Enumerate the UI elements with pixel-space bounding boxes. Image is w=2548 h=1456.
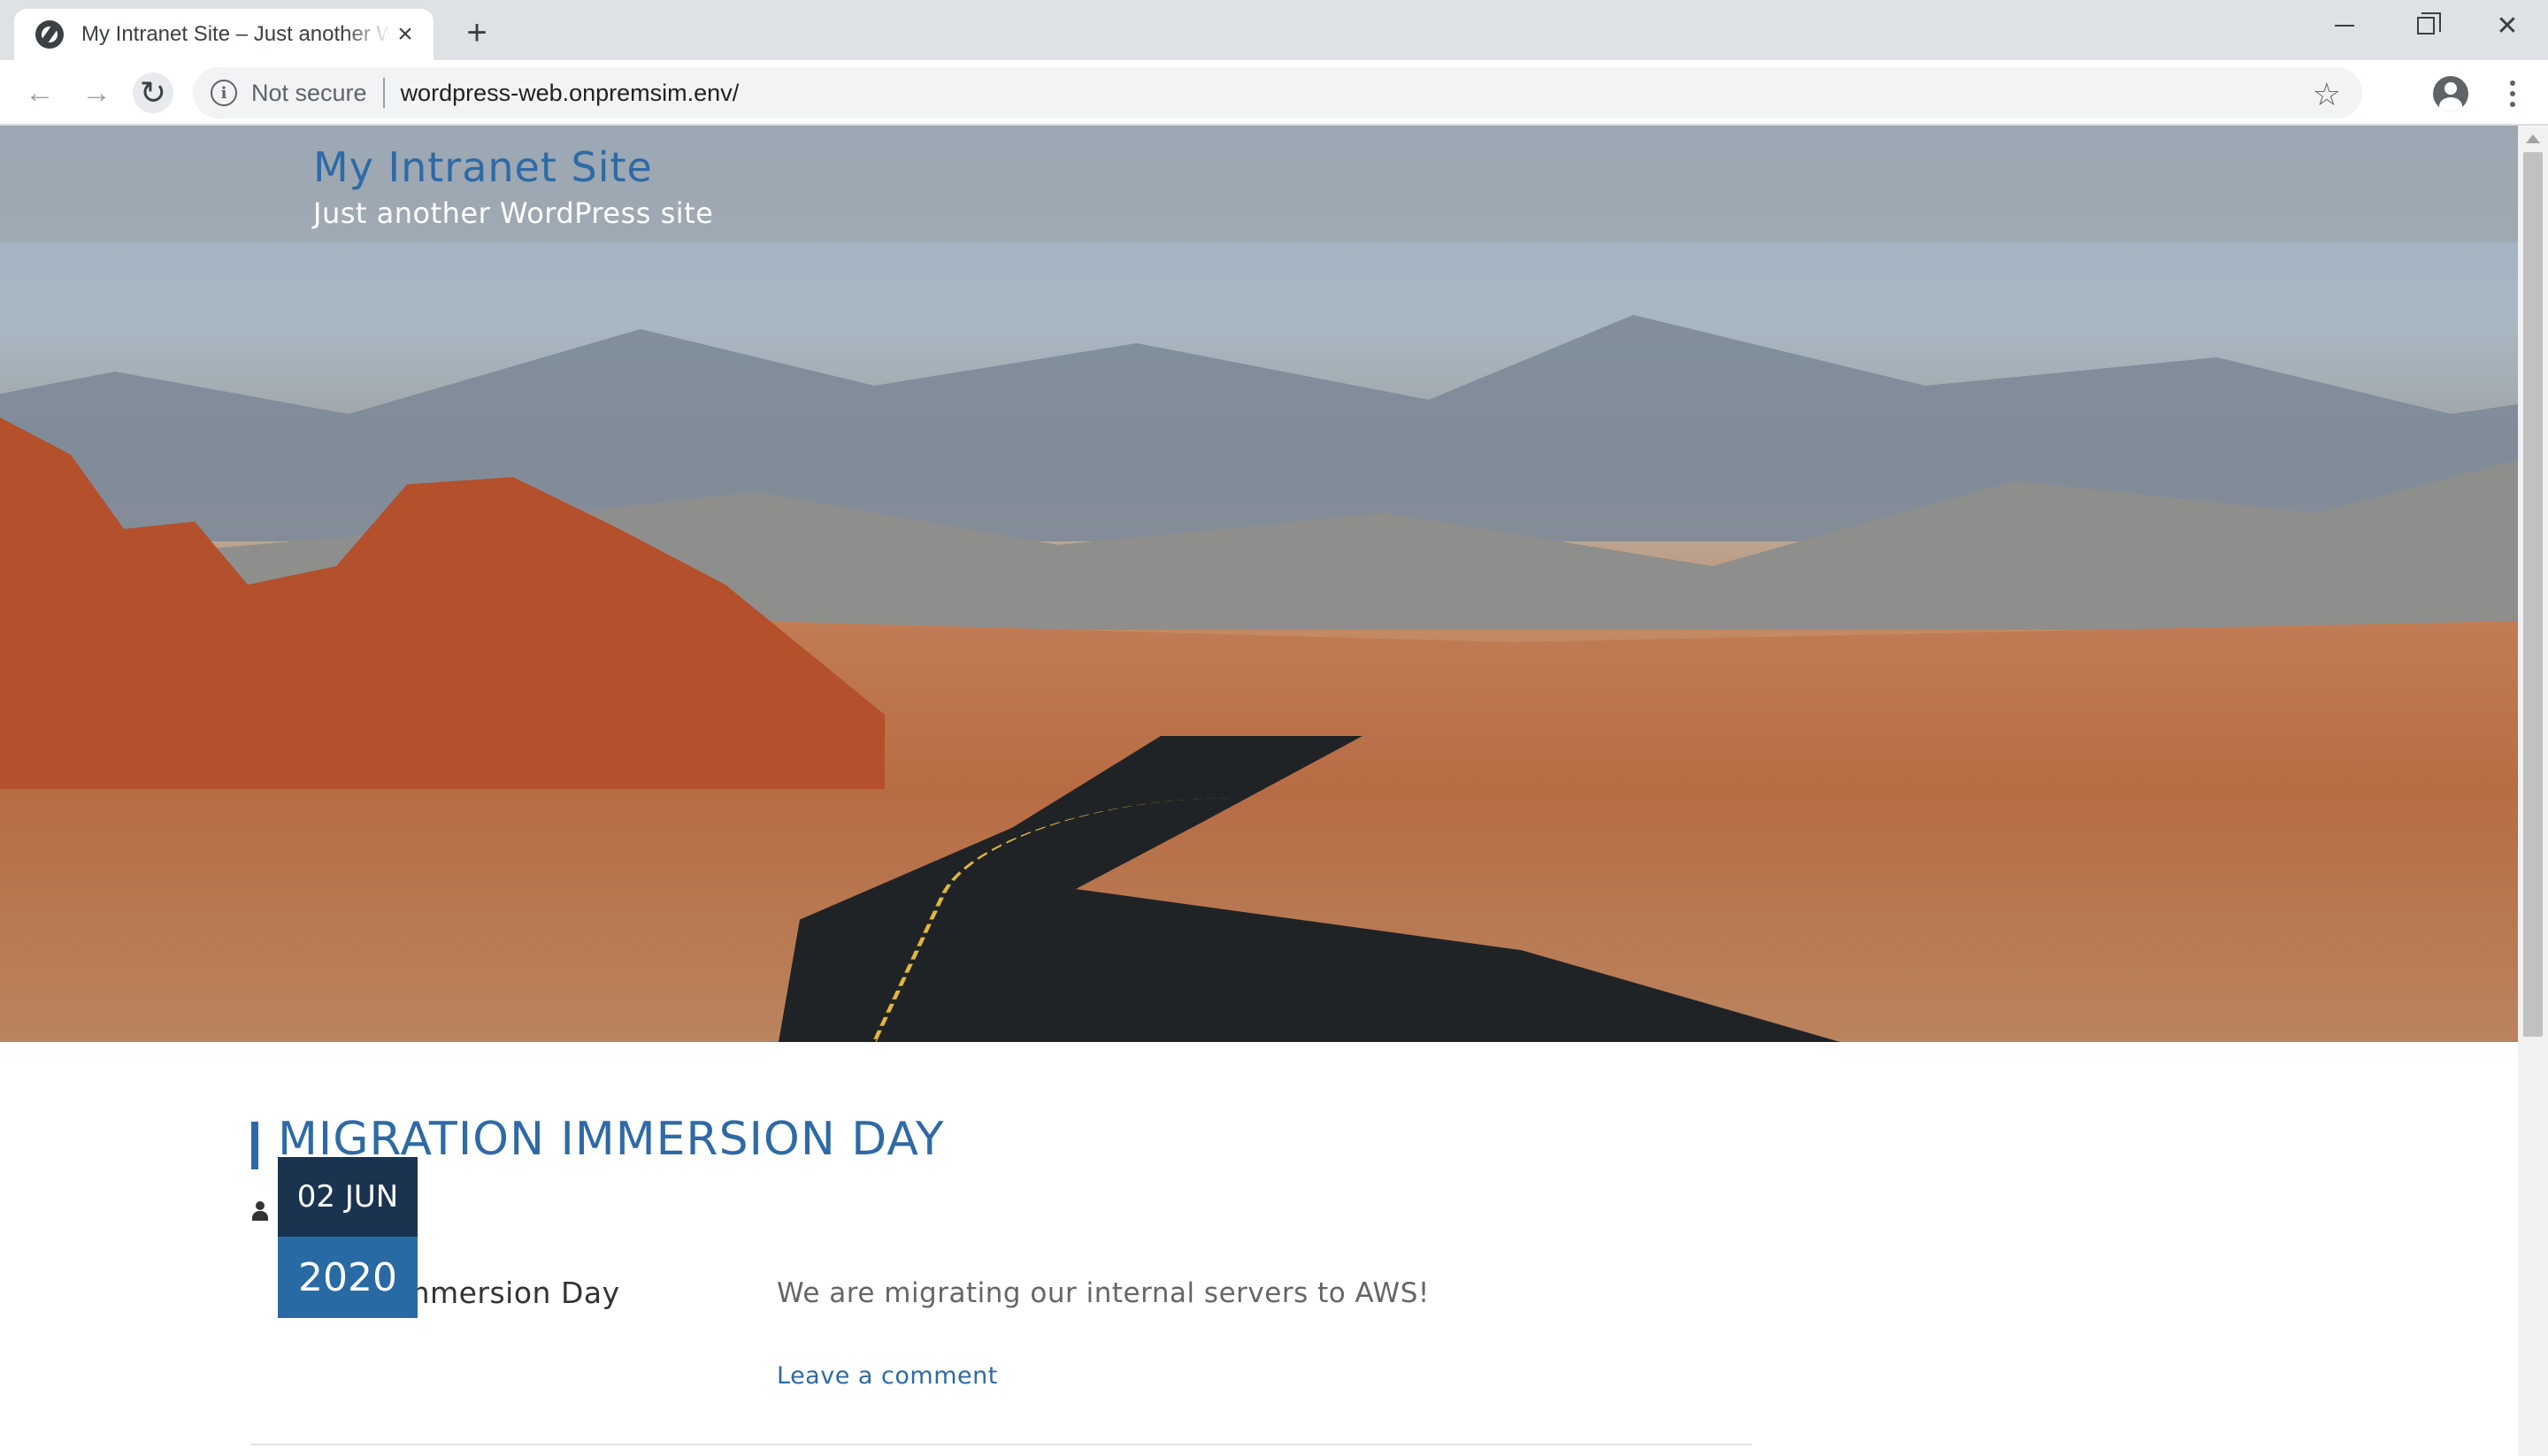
new-tab-button[interactable]: + bbox=[457, 12, 497, 53]
globe-icon bbox=[35, 20, 64, 49]
post-date-badge: 02 JUN 2020 bbox=[278, 1157, 418, 1318]
address-separator bbox=[382, 78, 385, 108]
post-title-accent bbox=[251, 1122, 258, 1169]
menu-icon[interactable] bbox=[2495, 78, 2530, 110]
forward-icon[interactable]: → bbox=[76, 73, 117, 113]
page-viewport: My Intranet Site Just another WordPress … bbox=[0, 126, 2548, 1456]
address-bar[interactable]: i Not secure wordpress-web.onpremsim.env… bbox=[193, 67, 2362, 119]
account-icon[interactable] bbox=[2433, 76, 2468, 111]
author-icon bbox=[251, 1201, 269, 1221]
scroll-up-icon[interactable] bbox=[2526, 134, 2540, 143]
browser-tab[interactable]: My Intranet Site – Just another WordPres… bbox=[14, 9, 434, 60]
reload-icon[interactable]: ↻ bbox=[133, 73, 173, 113]
security-label[interactable]: Not secure bbox=[251, 80, 367, 107]
scroll-thumb[interactable] bbox=[2523, 152, 2543, 1037]
leave-comment-link[interactable]: Leave a comment bbox=[777, 1362, 998, 1390]
site-title[interactable]: My Intranet Site bbox=[313, 143, 653, 191]
post-excerpt: We are migrating our internal servers to… bbox=[777, 1277, 1430, 1309]
header-image: My Intranet Site Just another WordPress … bbox=[0, 126, 2518, 1042]
post-date-day: 02 JUN bbox=[278, 1157, 418, 1237]
star-icon[interactable]: ☆ bbox=[2313, 76, 2341, 113]
window-close-button[interactable]: ✕ bbox=[2467, 0, 2548, 51]
info-icon[interactable]: i bbox=[211, 80, 237, 106]
restore-button[interactable] bbox=[2385, 0, 2467, 51]
post-divider bbox=[251, 1444, 1752, 1445]
post-date-year: 2020 bbox=[278, 1237, 418, 1318]
close-icon[interactable]: × bbox=[391, 19, 419, 49]
minimize-icon bbox=[2335, 25, 2354, 27]
site-description: Just another WordPress site bbox=[313, 196, 714, 230]
tab-title: My Intranet Site – Just another WordPres… bbox=[81, 22, 391, 46]
browser-toolbar: ← → ↻ i Not secure wordpress-web.onprems… bbox=[0, 60, 2548, 126]
back-icon[interactable]: ← bbox=[19, 73, 60, 113]
scrollbar[interactable] bbox=[2518, 126, 2548, 1456]
restore-icon bbox=[2417, 12, 2441, 34]
url-text[interactable]: wordpress-web.onpremsim.env/ bbox=[401, 80, 740, 107]
minimize-button[interactable] bbox=[2304, 0, 2385, 51]
tab-strip: My Intranet Site – Just another WordPres… bbox=[0, 0, 2548, 60]
